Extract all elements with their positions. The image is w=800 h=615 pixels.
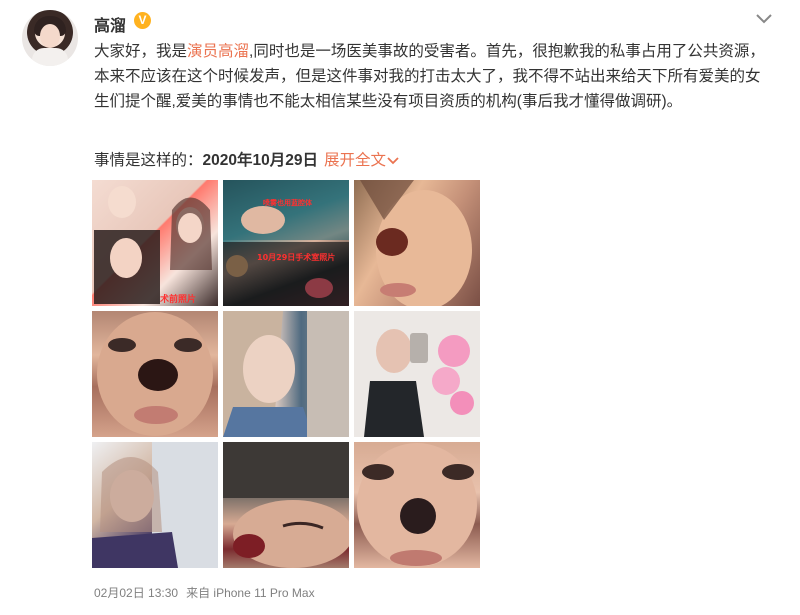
photo-5[interactable] — [223, 311, 349, 437]
portrait-collage-image — [94, 186, 212, 304]
weibo-post-card: 高溜 V 大家好，我是演员高溜,同时也是一场医美事故的受害者。首先，很抱歉我的私… — [0, 0, 800, 615]
date-prefix: 事情是这样的： — [94, 152, 203, 169]
photo-8[interactable] — [223, 442, 349, 568]
mirror-selfie-image — [354, 311, 480, 437]
photo-caption: 10月29日手术室照片 — [257, 253, 336, 262]
event-date: 2020年10月29日 — [202, 152, 318, 169]
photo-1[interactable]: 术前照片 — [92, 180, 218, 306]
side-profile-image — [223, 311, 349, 437]
post-text-intro: 大家好，我是 — [94, 43, 188, 60]
post-time[interactable]: 02月02日 13:30 — [94, 586, 178, 600]
post-source: 来自 iPhone 11 Pro Max — [186, 586, 315, 600]
post-text: 大家好，我是演员高溜,同时也是一场医美事故的受害者。首先，很抱歉我的私事占用了公… — [94, 39, 774, 114]
photo-9[interactable] — [354, 442, 480, 568]
hospital-bed-image — [223, 442, 349, 568]
avatar-body — [32, 48, 68, 66]
author-name[interactable]: 高溜 — [94, 12, 126, 36]
photo-caption-secondary: 喷雾也用蓝腔体 — [263, 199, 312, 207]
event-date-line: 事情是这样的：2020年10月29日 展开全文 — [94, 150, 399, 172]
avatar-face — [40, 24, 60, 48]
photo-3[interactable] — [354, 180, 480, 306]
chevron-down-icon[interactable] — [755, 13, 773, 25]
photo-2[interactable]: 喷雾也用蓝腔体 10月29日手术室照片 — [223, 180, 349, 306]
photo-grid: 术前照片 喷雾也用蓝腔体 10月29日手术室照片 — [92, 180, 482, 572]
photo-7[interactable] — [92, 442, 218, 568]
nose-front-image — [97, 312, 213, 436]
post-footer: 02月02日 13:30 来自 iPhone 11 Pro Max — [94, 584, 323, 601]
nose-profile-image — [360, 180, 472, 306]
nose-closeup-image — [357, 443, 477, 567]
actor-link[interactable]: 演员高溜 — [187, 43, 249, 60]
street-selfie-image — [92, 442, 218, 568]
verified-badge-icon: V — [134, 12, 151, 29]
avatar[interactable] — [22, 10, 78, 66]
photo-6[interactable] — [354, 311, 480, 437]
expand-label: 展开全文 — [323, 152, 386, 169]
chevron-down-icon — [387, 157, 399, 165]
photo-caption: 术前照片 — [160, 295, 197, 305]
expand-full-text-link[interactable]: 展开全文 — [324, 152, 399, 169]
photo-4[interactable] — [92, 311, 218, 437]
